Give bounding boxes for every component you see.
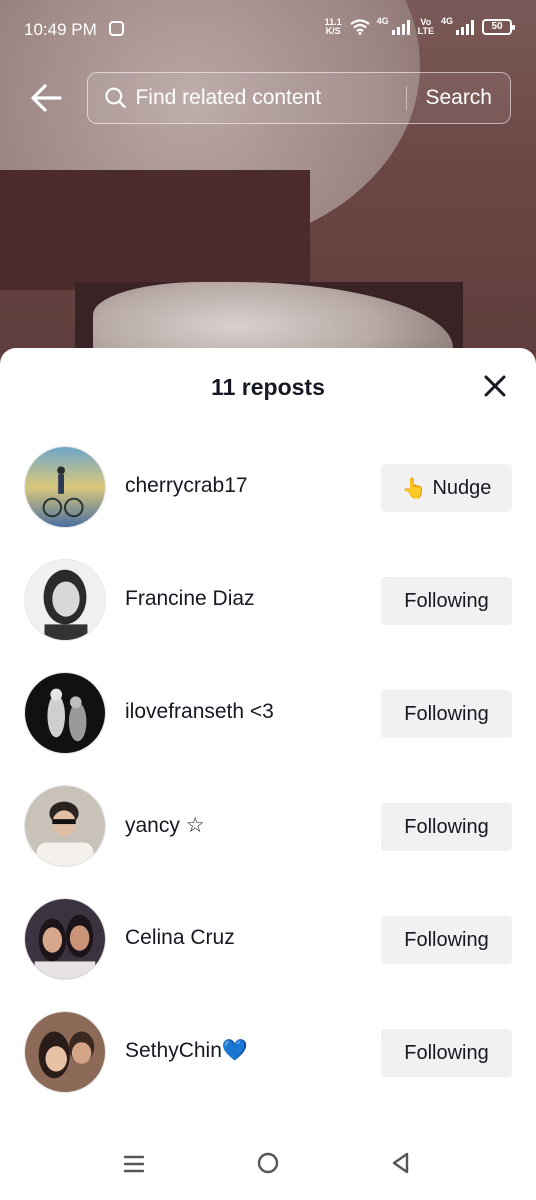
avatar[interactable] <box>24 1011 106 1093</box>
avatar[interactable] <box>24 898 106 980</box>
avatar[interactable] <box>24 672 106 754</box>
following-button[interactable]: Following <box>381 1029 512 1077</box>
username[interactable]: Celina Cruz <box>125 926 235 950</box>
avatar[interactable] <box>24 446 106 528</box>
status-indicators: 11.1 K/S 4G Vo LTE 4G 50 <box>325 16 515 36</box>
following-button[interactable]: Following <box>381 577 512 625</box>
list-item[interactable]: Francine Diaz Following <box>0 557 536 670</box>
username[interactable]: ilovefranseth <3 <box>125 700 274 724</box>
signal-2-label: 4G <box>441 16 454 26</box>
list-item[interactable]: ilovefranseth <3 Following <box>0 670 536 783</box>
volte-indicator: Vo LTE <box>418 18 434 36</box>
following-button[interactable]: Following <box>381 803 512 851</box>
nudge-button[interactable]: 👆 Nudge <box>381 464 512 512</box>
search-button[interactable]: Search <box>425 86 492 110</box>
reposts-sheet: 11 reposts cherrycrab17 👆 Nudge Francine… <box>0 348 536 1200</box>
list-item[interactable]: SethyChin💙 Following <box>0 1009 536 1122</box>
avatar[interactable] <box>24 559 106 641</box>
network-speed-unit: K/S <box>325 26 341 36</box>
menu-icon[interactable] <box>122 1152 146 1176</box>
signal-icon: 4G <box>441 16 474 35</box>
nudge-label: Nudge <box>432 476 492 499</box>
battery-icon: 50 <box>482 19 515 35</box>
status-time: 10:49 PM <box>24 20 97 39</box>
username[interactable]: yancy ☆ <box>125 813 205 838</box>
following-button[interactable]: Following <box>381 690 512 738</box>
username[interactable]: SethyChin💙 <box>125 1039 248 1063</box>
sheet-title: 11 reposts <box>211 374 325 400</box>
volte-label-bottom: LTE <box>417 26 434 36</box>
search-input[interactable] <box>127 86 407 110</box>
search-bar[interactable]: Search <box>87 72 511 124</box>
home-circle-icon[interactable] <box>256 1151 280 1175</box>
list-item[interactable]: Celina Cruz Following <box>0 896 536 1009</box>
back-triangle-icon[interactable] <box>389 1151 413 1175</box>
status-bar: 10:49 PM 11.1 K/S 4G Vo LTE 4G 50 <box>0 0 536 60</box>
close-icon[interactable] <box>482 373 508 399</box>
username[interactable]: cherrycrab17 <box>125 474 248 498</box>
signal-1-label: 4G <box>376 16 389 26</box>
following-button[interactable]: Following <box>381 916 512 964</box>
network-speed: 11.1 K/S <box>325 18 342 36</box>
video-dark-shape <box>0 170 310 290</box>
system-nav-bar <box>0 1130 536 1200</box>
username[interactable]: Francine Diaz <box>125 587 255 611</box>
avatar[interactable] <box>24 785 106 867</box>
back-arrow-icon[interactable] <box>26 78 66 118</box>
search-divider <box>406 86 408 110</box>
list-item[interactable]: yancy ☆ Following <box>0 783 536 896</box>
wifi-icon <box>349 19 370 35</box>
reposts-list: cherrycrab17 👆 Nudge Francine Diaz Follo… <box>0 444 536 1122</box>
pointing-hand-icon: 👆 <box>401 477 427 500</box>
notification-app-icon <box>109 21 124 36</box>
search-icon <box>105 87 126 108</box>
list-item[interactable]: cherrycrab17 👆 Nudge <box>0 444 536 557</box>
signal-icon: 4G <box>377 16 410 35</box>
